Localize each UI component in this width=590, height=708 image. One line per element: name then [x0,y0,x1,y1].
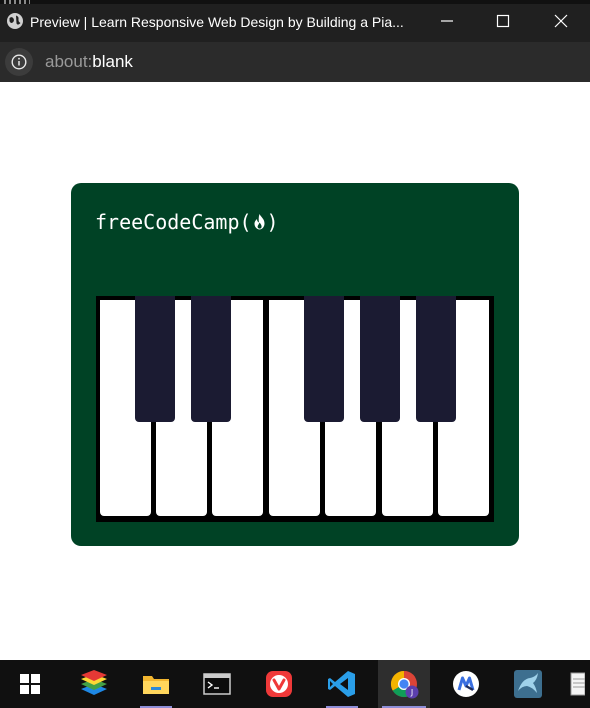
close-icon [554,14,568,28]
motrix-icon [453,671,479,697]
chrome-icon: J [390,670,419,699]
black-key[interactable] [416,296,456,422]
black-key[interactable] [135,296,175,422]
vscode-icon [328,671,355,697]
taskbar-app-mysql[interactable] [502,660,554,708]
minimize-button[interactable] [418,0,476,42]
taskbar-app-chrome[interactable]: J [378,660,430,708]
url-path: blank [92,52,133,71]
layers-app-icon [81,670,107,695]
vivaldi-icon [266,671,292,697]
taskbar-app-vivaldi[interactable] [253,660,305,708]
site-info-button[interactable] [5,48,33,76]
maximize-icon [496,14,510,28]
window-title: Preview | Learn Responsive Web Design by… [30,14,404,30]
globe-icon [7,13,23,29]
taskbar-app-notepad[interactable] [564,660,590,708]
logo-text-prefix: freeCodeCamp( [95,210,252,234]
maximize-button[interactable] [474,0,532,42]
address-bar: about:blank [0,42,590,82]
fcc-logo: freeCodeCamp( ) [95,207,279,237]
page-viewport: freeCodeCamp( ) [0,82,590,660]
piano-keys [96,296,494,522]
url-field[interactable]: about:blank [45,51,133,73]
window-title-bar[interactable]: Preview | Learn Responsive Web Design by… [0,0,590,42]
folder-icon [143,676,169,694]
taskbar-app-file-explorer[interactable] [130,660,182,708]
mysql-dolphin-icon [514,670,542,698]
taskbar: J [0,660,590,708]
minimize-icon [441,20,453,22]
taskbar-app-motrix[interactable] [440,660,492,708]
svg-text:J: J [410,688,413,697]
url-scheme: about: [45,52,93,71]
info-icon [11,54,27,70]
logo-text-suffix: ) [266,210,279,234]
black-key[interactable] [360,296,400,422]
start-button[interactable] [4,660,56,708]
flame-icon [254,214,265,230]
notepad-icon [570,672,585,696]
piano: freeCodeCamp( ) [71,183,519,546]
black-key[interactable] [304,296,344,422]
terminal-icon [203,673,231,695]
black-key[interactable] [191,296,231,422]
windows-logo-icon [20,674,40,694]
taskbar-app-terminal[interactable] [191,660,243,708]
taskbar-app-layers[interactable] [68,660,120,708]
taskbar-app-vscode[interactable] [316,660,368,708]
screen: Preview | Learn Responsive Web Design by… [0,0,590,708]
close-button[interactable] [532,0,590,42]
